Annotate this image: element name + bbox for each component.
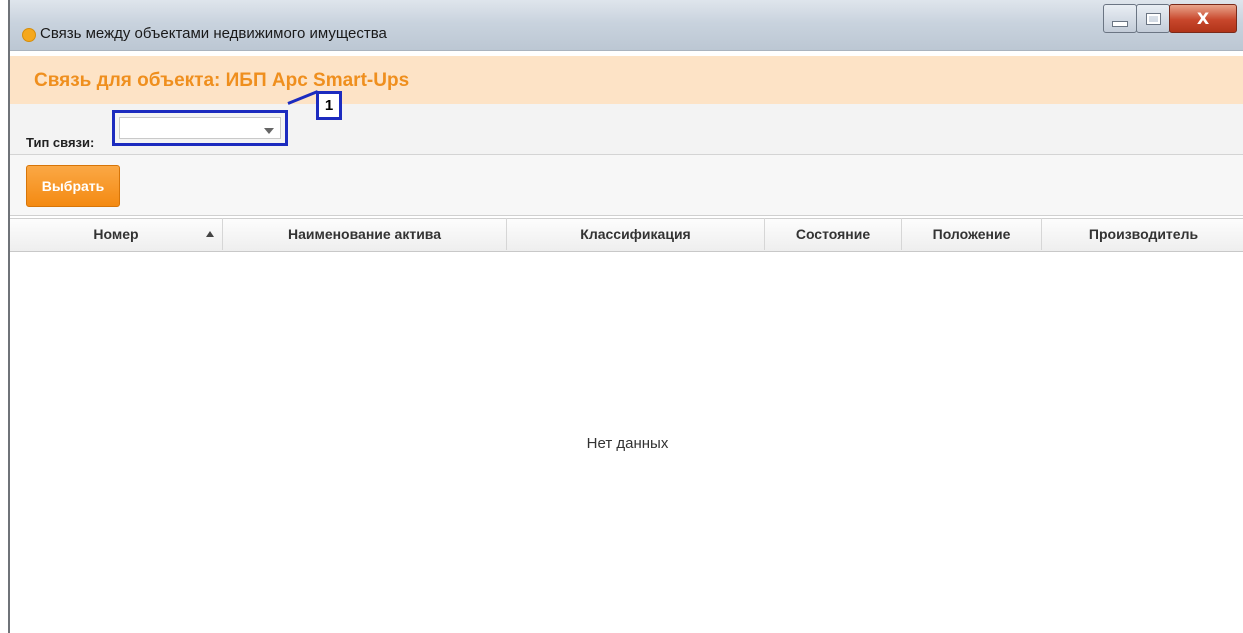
page-title: Связь для объекта: ИБП Apc Smart-Ups xyxy=(34,70,410,91)
column-header-location[interactable]: Положение xyxy=(902,218,1042,250)
column-header-classification[interactable]: Классификация xyxy=(507,218,765,250)
maximize-icon xyxy=(1146,13,1160,24)
link-type-label: Тип связи: xyxy=(26,135,95,150)
link-type-dropdown[interactable] xyxy=(112,110,288,146)
app-window: Связь между объектами недвижимого имущес… xyxy=(8,0,1243,633)
minimize-icon xyxy=(1112,20,1128,27)
column-header-label: Номер xyxy=(93,226,139,242)
select-button[interactable]: Выбрать xyxy=(26,165,120,207)
window-title: Связь между объектами недвижимого имущес… xyxy=(40,25,387,42)
column-header-label: Положение xyxy=(932,226,1011,242)
toolbar xyxy=(10,155,1243,216)
link-type-field[interactable] xyxy=(119,117,281,139)
column-header-asset-name[interactable]: Наименование актива xyxy=(223,218,507,250)
maximize-button[interactable] xyxy=(1136,4,1170,33)
chevron-down-icon[interactable] xyxy=(264,128,274,134)
sort-ascending-icon[interactable] xyxy=(206,231,214,237)
column-header-label: Классификация xyxy=(580,226,691,242)
title-bar: Связь между объектами недвижимого имущес… xyxy=(10,0,1243,51)
column-header-label: Наименование актива xyxy=(287,226,442,242)
column-header-number[interactable]: Номер xyxy=(10,218,223,250)
minimize-button[interactable] xyxy=(1103,4,1137,33)
column-header-label: Состояние xyxy=(795,226,871,242)
column-header-state[interactable]: Состояние xyxy=(765,218,902,250)
empty-table-message: Нет данных xyxy=(586,435,669,452)
column-header-label: Производитель xyxy=(1088,226,1199,242)
column-header-manufacturer[interactable]: Производитель xyxy=(1042,218,1243,250)
close-icon: X xyxy=(1196,9,1210,28)
annotation-number-badge: 1 xyxy=(316,91,342,120)
app-status-icon xyxy=(22,28,36,42)
close-button[interactable]: X xyxy=(1169,4,1237,33)
